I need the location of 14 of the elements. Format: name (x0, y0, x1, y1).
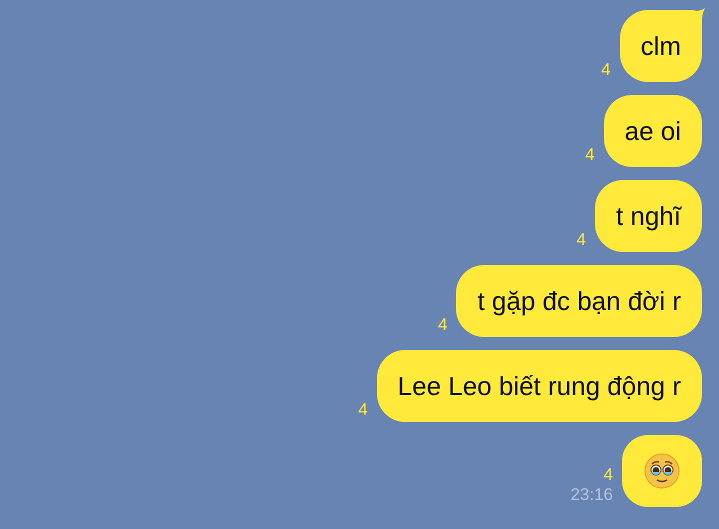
message-bubble: ae oi (604, 95, 702, 167)
message-bubble: Lee Leo biết rung động r (376, 350, 702, 422)
unread-count: 4 (358, 400, 368, 420)
unread-count: 4 (438, 315, 448, 335)
bubble-tail (695, 8, 705, 20)
message-time: 23:16 (570, 485, 613, 505)
unread-count: 4 (576, 230, 586, 250)
message-bubble: clm (620, 10, 702, 82)
unread-count: 4 (585, 145, 595, 165)
message-bubble: t gặp đc bạn đời r (456, 265, 702, 337)
message-bubble: t nghĩ (594, 180, 702, 252)
unread-count: 4 (604, 465, 613, 485)
crying-face-icon (644, 453, 680, 489)
unread-count: 4 (601, 60, 611, 80)
